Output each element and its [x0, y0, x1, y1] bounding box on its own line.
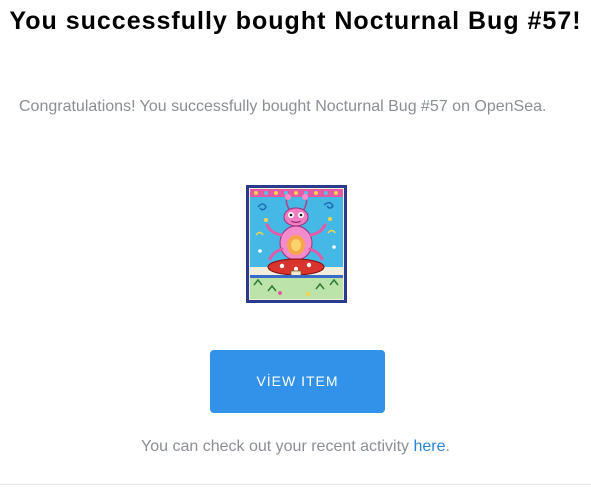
congratulations-text: Congratulations! You successfully bought…: [19, 98, 547, 115]
divider: [0, 484, 591, 485]
nft-artwork-svg: [246, 185, 347, 303]
view-item-button[interactable]: VİEW ITEM: [210, 350, 385, 413]
recent-activity-period: .: [445, 438, 450, 455]
recent-activity-text: You can check out your recent activity: [141, 438, 414, 455]
nft-artwork-image[interactable]: [246, 185, 347, 303]
here-link[interactable]: here: [413, 438, 445, 455]
recent-activity-note: You can check out your recent activity h…: [0, 436, 591, 458]
page-title: You successfully bought Nocturnal Bug #5…: [9, 7, 582, 35]
email-body: You successfully bought Nocturnal Bug #5…: [0, 0, 591, 487]
